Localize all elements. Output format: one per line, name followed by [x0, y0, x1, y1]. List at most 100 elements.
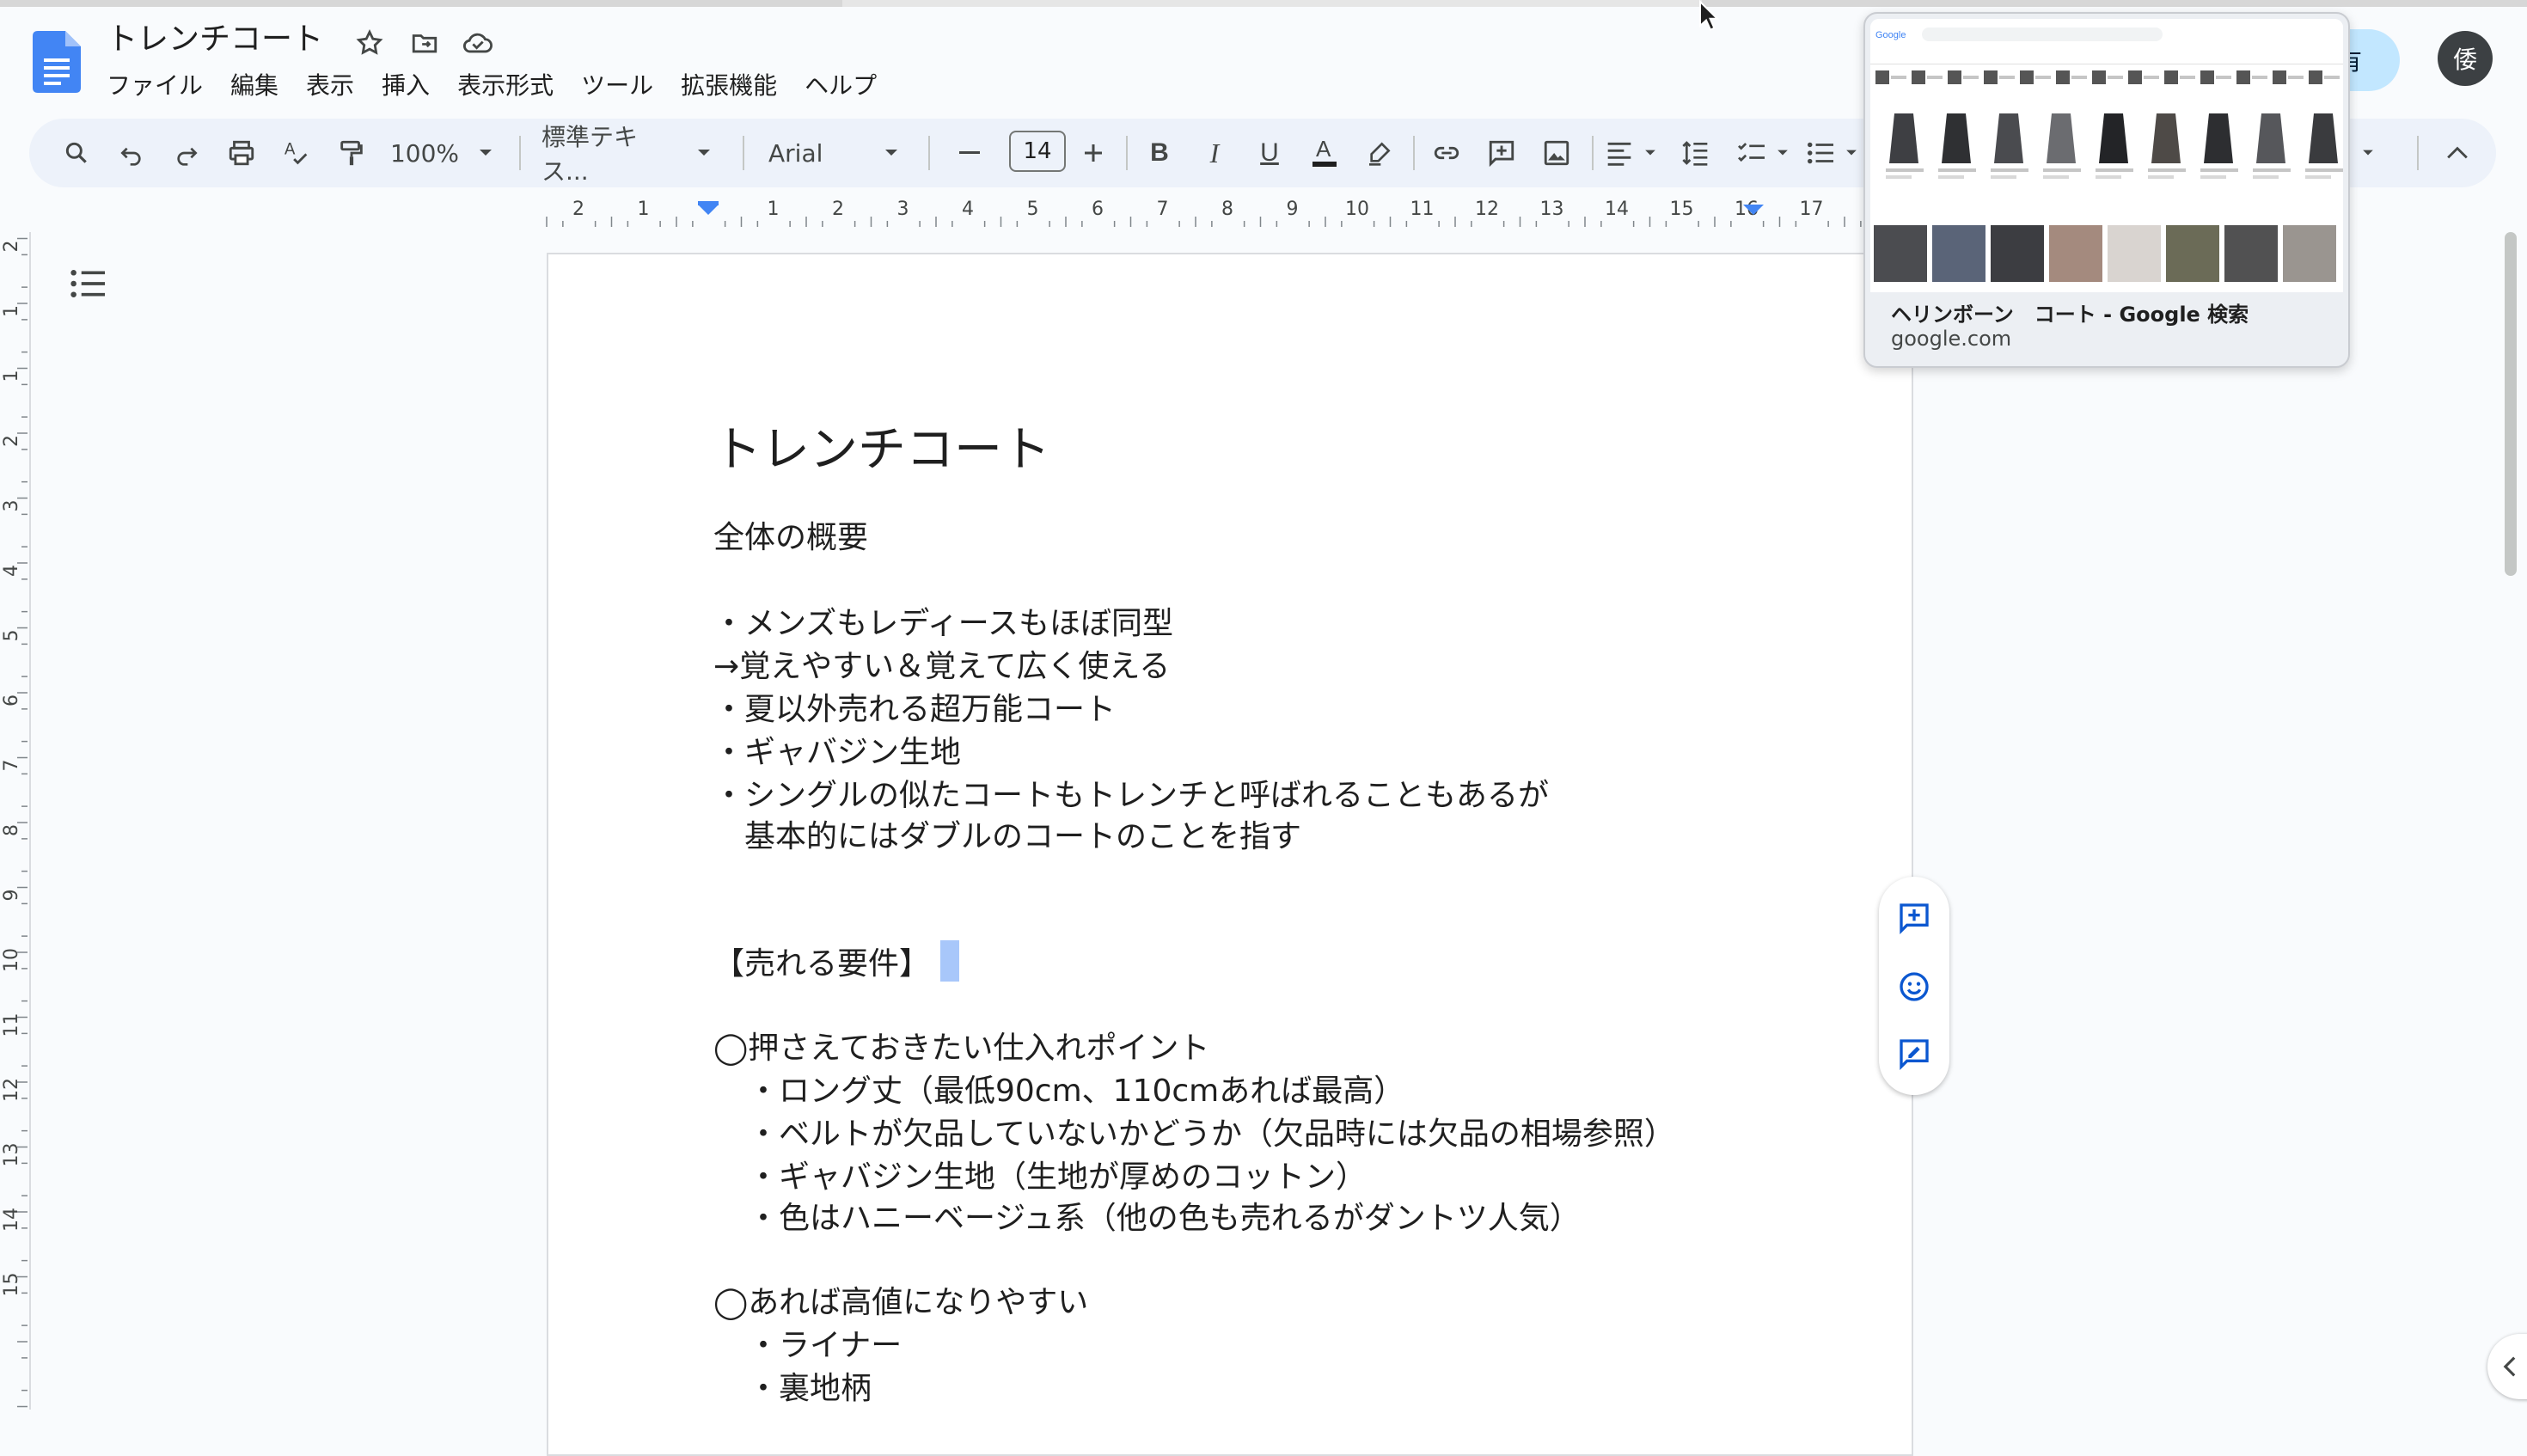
line-spacing-icon[interactable]: [1674, 119, 1717, 187]
list-item[interactable]: ・ギャバジン生地（生地が厚めのコットン）: [748, 1152, 1367, 1196]
ruler-label: 14: [1605, 199, 1629, 220]
list-item[interactable]: ・裏地柄: [748, 1363, 872, 1408]
docs-logo-icon[interactable]: [33, 31, 81, 93]
ruler-label: 1: [638, 199, 650, 220]
paint-format-icon[interactable]: [330, 119, 373, 187]
section-title[interactable]: ◯あれば高値になりやすい: [713, 1277, 1088, 1322]
font-chevron-down-icon[interactable]: [878, 119, 904, 187]
emoji-reaction-icon[interactable]: [1894, 966, 1935, 1007]
ruler-label: 3: [897, 199, 909, 220]
text-color-icon[interactable]: A: [1303, 119, 1346, 187]
checklist-icon[interactable]: [1735, 119, 1769, 187]
ruler-label: 15: [1670, 199, 1694, 220]
overview-label[interactable]: 全体の概要: [713, 512, 868, 557]
spellcheck-icon[interactable]: A: [275, 119, 318, 187]
ruler-label: 14: [1, 1208, 22, 1232]
list-item[interactable]: ・ライナー: [748, 1320, 902, 1365]
vertical-ruler[interactable]: 2 1 1 2 3 4 5 6 7 8 9 10 11 12 13 14 15: [0, 232, 31, 1410]
preview-page-title: ヘリンボーン コート - Google 検索: [1891, 303, 2249, 327]
cloud-saved-icon[interactable]: [461, 26, 495, 60]
ruler-label: 2: [1, 241, 22, 253]
ruler-label: 6: [1092, 199, 1104, 220]
highlight-color-icon[interactable]: [1358, 119, 1401, 187]
list-item[interactable]: ・ベルトが欠品していないかどうか（欠品時には欠品の相場参照）: [748, 1109, 1675, 1153]
document-title[interactable]: トレンチコート: [107, 19, 323, 60]
vertical-scrollbar[interactable]: [2505, 232, 2517, 576]
bold-icon[interactable]: B: [1138, 119, 1181, 187]
ruler-label: 15: [1, 1273, 22, 1297]
menu-extensions[interactable]: 拡張機能: [667, 67, 791, 105]
decrease-font-size-icon[interactable]: [952, 119, 987, 187]
underline-icon[interactable]: U: [1248, 119, 1291, 187]
menu-tools[interactable]: ツール: [567, 67, 667, 105]
window-top-bar: [0, 0, 2527, 7]
requirements-label[interactable]: 【売れる要件】: [713, 939, 930, 983]
menu-format[interactable]: 表示形式: [444, 67, 567, 105]
increase-font-size-icon[interactable]: [1076, 119, 1111, 187]
ruler-label: 9: [1287, 199, 1299, 220]
menu-bar: ファイル 編集 表示 挿入 表示形式 ツール 拡張機能 ヘルプ: [107, 67, 890, 105]
section-title[interactable]: ◯押さえておきたい仕入れポイント: [713, 1023, 1209, 1068]
ruler-label: 4: [1, 565, 22, 577]
print-icon[interactable]: [220, 119, 263, 187]
page-thumbnail: Google: [1870, 19, 2343, 292]
suggest-edits-icon[interactable]: [1894, 1033, 1935, 1074]
list-item[interactable]: ・色はハニーベージュ系（他の色も売れるがダントツ人気）: [748, 1193, 1581, 1238]
zoom-chevron-down-icon[interactable]: [473, 119, 499, 187]
horizontal-ruler[interactable]: 2 1 1 2 3 4 5 6 7 8 9 10 11 12 13 14 15 16 17: [542, 194, 1908, 229]
preview-url: google.com: [1891, 327, 2012, 351]
tab-preview-card[interactable]: Google ヘリンボーン コート - Google 検索 google.com: [1863, 12, 2350, 368]
font-selector[interactable]: Arial: [768, 119, 854, 187]
style-chevron-down-icon[interactable]: [691, 119, 717, 187]
bulleted-list-chevron-down-icon[interactable]: [1841, 119, 1862, 187]
svg-text:Google: Google: [1875, 30, 1906, 40]
redo-icon[interactable]: [165, 119, 208, 187]
ruler-label: 10: [1345, 199, 1369, 220]
ruler-label: 11: [1, 1013, 22, 1037]
insert-image-icon[interactable]: [1535, 119, 1578, 187]
zoom-value[interactable]: 100%: [390, 119, 459, 187]
ruler-label: 9: [1, 890, 22, 902]
body-line[interactable]: ・シングルの似たコートもトレンチと呼ばれることもあるが: [713, 770, 1549, 815]
side-panel-toggle[interactable]: [2487, 1334, 2527, 1399]
avatar[interactable]: 倭: [2438, 31, 2493, 86]
ruler-label: 1: [1, 370, 22, 382]
add-comment-icon[interactable]: [1894, 897, 1935, 939]
italic-icon[interactable]: I: [1193, 119, 1236, 187]
ruler-label: 3: [1, 500, 22, 512]
body-line[interactable]: →覚えやすい＆覚えて広く使える: [713, 641, 1170, 686]
document-outline-icon[interactable]: [69, 266, 107, 301]
menu-file[interactable]: ファイル: [107, 67, 217, 105]
move-folder-icon[interactable]: [407, 26, 442, 60]
bulleted-list-icon[interactable]: [1803, 119, 1838, 187]
search-icon[interactable]: [55, 119, 98, 187]
align-chevron-down-icon[interactable]: [1640, 119, 1661, 187]
ruler-label: 6: [1, 694, 22, 707]
menu-help[interactable]: ヘルプ: [791, 67, 890, 105]
style-selector[interactable]: 標準テキス...: [542, 119, 670, 187]
menu-insert[interactable]: 挿入: [368, 67, 444, 105]
menu-edit[interactable]: 編集: [217, 67, 292, 105]
more-chevron-down-icon[interactable]: [2355, 119, 2381, 187]
ruler-label: 8: [1221, 199, 1233, 220]
ruler-label: 2: [572, 199, 584, 220]
document-heading[interactable]: トレンチコート: [713, 411, 1050, 480]
align-left-icon[interactable]: [1602, 119, 1637, 187]
menu-view[interactable]: 表示: [292, 67, 368, 105]
body-line[interactable]: ・ギャバジン生地: [713, 727, 961, 772]
ruler-label: 1: [768, 199, 780, 220]
add-comment-icon[interactable]: [1480, 119, 1523, 187]
collapse-menus-icon[interactable]: [2436, 119, 2479, 187]
undo-icon[interactable]: [110, 119, 153, 187]
ruler-label: 2: [1, 435, 22, 447]
insert-link-icon[interactable]: [1425, 119, 1468, 187]
body-line[interactable]: ・夏以外売れる超万能コート: [713, 684, 1116, 729]
font-size-input[interactable]: 14: [1009, 131, 1066, 172]
star-icon[interactable]: [352, 26, 387, 60]
chevron-left-icon: [2503, 1356, 2516, 1377]
list-item[interactable]: ・ロング丈（最低90cm、110cmあれば最高）: [748, 1066, 1404, 1110]
ruler-label: 8: [1, 824, 22, 836]
body-line[interactable]: ・メンズもレディースもほぼ同型: [713, 598, 1173, 643]
checklist-chevron-down-icon[interactable]: [1772, 119, 1793, 187]
body-line[interactable]: 基本的にはダブルのコートのことを指す: [744, 811, 1301, 856]
